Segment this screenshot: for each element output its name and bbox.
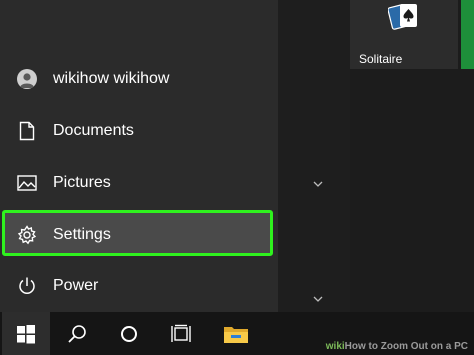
pictures-icon (16, 172, 38, 194)
menu-item-pictures-label: Pictures (53, 174, 111, 191)
menu-item-documents[interactable]: Documents (0, 109, 278, 153)
menu-item-power[interactable]: Power (0, 264, 278, 308)
file-explorer-button[interactable] (212, 312, 260, 355)
chevron-down-icon[interactable] (312, 295, 324, 303)
windows-start-icon (17, 324, 35, 343)
user-avatar (16, 68, 38, 90)
tile-solitaire-label: Solitaire (359, 52, 403, 66)
taskbar: wikiHow to Zoom Out on a PC (0, 312, 474, 355)
cortana-icon (121, 325, 137, 342)
chevron-down-icon[interactable] (312, 180, 324, 188)
gear-icon (16, 224, 38, 246)
tile-solitaire[interactable]: Solitaire (350, 0, 458, 69)
search-button[interactable] (53, 312, 101, 355)
start-menu-group-pane (278, 0, 350, 312)
power-icon (16, 275, 38, 297)
watermark: wikiHow to Zoom Out on a PC (326, 341, 468, 352)
menu-item-user[interactable]: wikihow wikihow (0, 57, 278, 101)
task-view-button[interactable] (157, 312, 205, 355)
menu-item-settings[interactable]: Settings (0, 213, 278, 257)
file-explorer-icon (224, 326, 248, 343)
menu-item-settings-label: Settings (53, 226, 111, 243)
solitaire-cards-icon (388, 4, 417, 30)
cortana-button[interactable] (105, 312, 153, 355)
watermark-brand: wiki (325, 341, 345, 352)
watermark-text: How to Zoom Out on a PC (344, 341, 468, 352)
menu-item-power-label: Power (53, 277, 99, 294)
task-view-icon (171, 324, 191, 342)
menu-item-documents-label: Documents (53, 122, 134, 139)
search-icon (68, 324, 86, 343)
menu-item-pictures[interactable]: Pictures (0, 161, 278, 205)
document-icon (16, 120, 38, 142)
menu-item-user-label: wikihow wikihow (53, 70, 170, 87)
tile-partial[interactable] (461, 0, 474, 69)
start-button[interactable] (2, 312, 50, 355)
